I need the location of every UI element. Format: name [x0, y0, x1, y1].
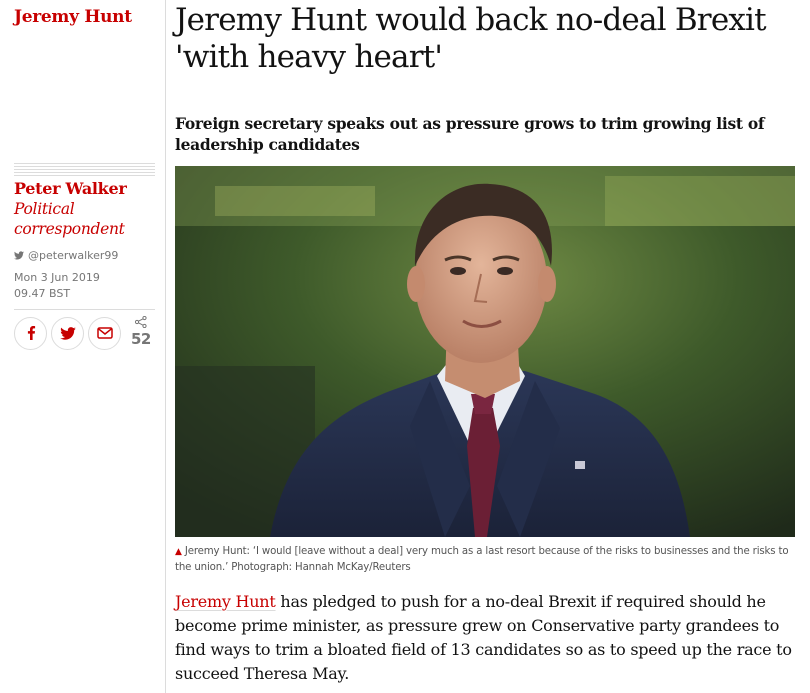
share-bar: 52	[14, 316, 157, 350]
article-main-image	[175, 166, 795, 537]
share-count: 52	[131, 316, 157, 350]
jeremy-hunt-link[interactable]: Jeremy Hunt	[175, 592, 276, 611]
publish-time: 09.47 BST	[14, 287, 71, 300]
byline: Peter Walker Political correspondent	[14, 179, 162, 239]
facebook-icon	[27, 326, 35, 340]
share-divider	[14, 309, 155, 310]
twitter-icon	[59, 326, 76, 340]
share-twitter-button[interactable]	[51, 316, 84, 350]
twitter-handle[interactable]: @peterwalker99	[14, 249, 118, 262]
share-count-value: 52	[131, 330, 151, 348]
article-headline: Jeremy Hunt would back no-deal Brexit 'w…	[175, 2, 767, 75]
dateline: Mon 3 Jun 2019 09.47 BST	[14, 270, 100, 302]
article-standfirst: Foreign secretary speaks out as pressure…	[175, 114, 765, 154]
byline-divider	[14, 163, 155, 176]
publish-date: Mon 3 Jun 2019	[14, 271, 100, 284]
article-body-paragraph: Jeremy Hunt has pledged to push for a no…	[175, 590, 800, 686]
share-facebook-button[interactable]	[14, 316, 47, 350]
twitter-handle-text: @peterwalker99	[28, 249, 119, 262]
author-role: Political correspondent	[14, 200, 125, 238]
caption-text: Jeremy Hunt: ‘I would [leave without a d…	[175, 546, 789, 573]
twitter-bird-icon	[14, 251, 24, 260]
image-caption: ▲ Jeremy Hunt: ‘I would [leave without a…	[175, 544, 797, 575]
caption-marker-icon: ▲	[175, 547, 182, 557]
share-icon	[135, 316, 147, 328]
section-tag-link[interactable]: Jeremy Hunt	[14, 7, 132, 27]
share-email-button[interactable]	[88, 316, 121, 350]
author-link[interactable]: Peter Walker	[14, 179, 162, 199]
column-divider	[165, 0, 166, 693]
email-icon	[96, 327, 113, 339]
